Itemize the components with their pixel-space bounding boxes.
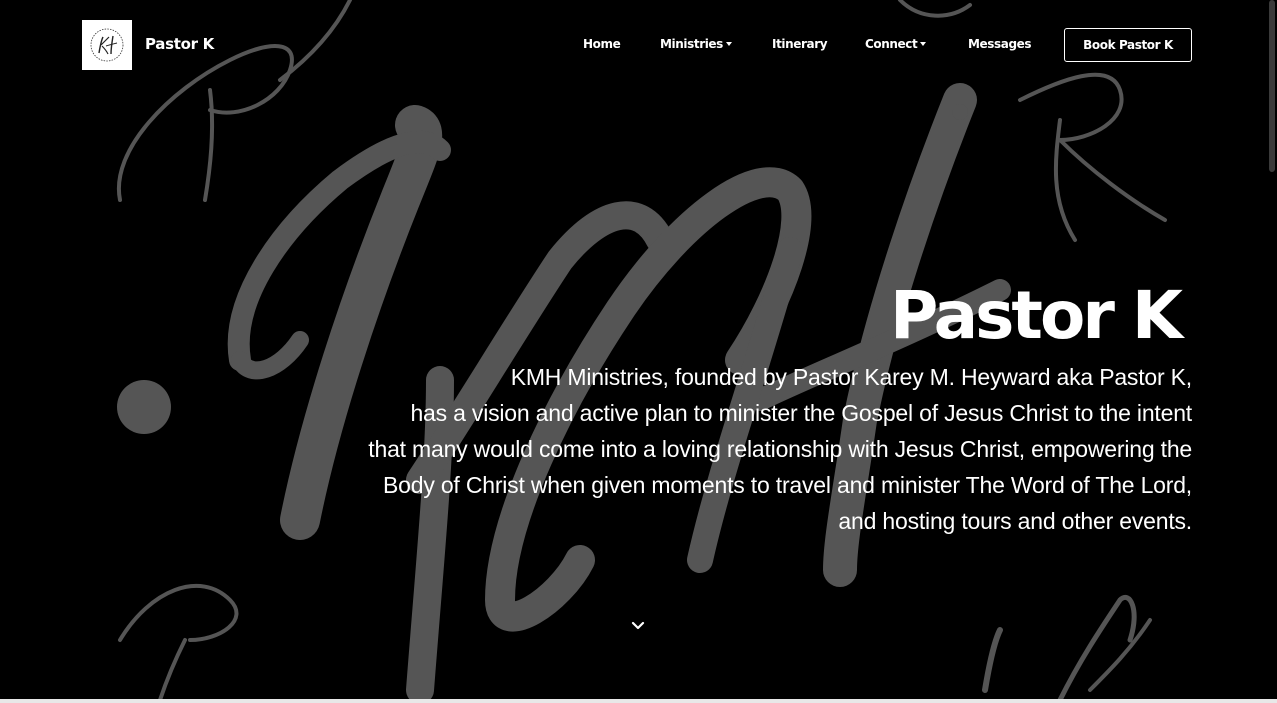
scroll-down-button[interactable] xyxy=(614,605,662,645)
hero-line: and hosting tours and other events. xyxy=(838,508,1192,534)
chevron-down-icon xyxy=(631,621,645,630)
hero-line: has a vision and active plan to minister… xyxy=(410,400,1192,426)
logo-icon xyxy=(90,28,124,62)
page: Pastor K Home Ministries Itinerary Conne… xyxy=(0,0,1277,703)
nav-itinerary[interactable]: Itinerary xyxy=(772,37,828,51)
hero-line: that many would come into a loving relat… xyxy=(368,436,1192,462)
kh-monogram-logo[interactable] xyxy=(82,20,132,70)
brand-name[interactable]: Pastor K xyxy=(145,35,214,53)
book-pastor-button[interactable]: Book Pastor K xyxy=(1064,28,1192,62)
nav-messages-label: Messages xyxy=(968,37,1032,51)
caret-down-icon xyxy=(920,41,927,46)
scrollbar[interactable] xyxy=(1269,0,1275,172)
nav-ministries-label: Ministries xyxy=(660,37,723,51)
nav-connect[interactable]: Connect xyxy=(865,37,927,51)
hero-description: KMH Ministries, founded by Pastor Karey … xyxy=(292,359,1192,539)
section-divider xyxy=(0,699,1277,703)
caret-down-icon xyxy=(725,41,732,46)
nav-itinerary-label: Itinerary xyxy=(772,37,828,51)
hero-line: KMH Ministries, founded by Pastor Karey … xyxy=(510,364,1193,390)
hero-line: Body of Christ when given moments to tra… xyxy=(383,472,1192,498)
nav-ministries[interactable]: Ministries xyxy=(660,37,732,51)
hero-title: Pastor K xyxy=(890,277,1183,354)
nav-messages[interactable]: Messages xyxy=(968,37,1032,51)
navbar: Pastor K Home Ministries Itinerary Conne… xyxy=(0,0,1277,90)
nav-connect-label: Connect xyxy=(865,37,918,51)
nav-home[interactable]: Home xyxy=(583,37,621,51)
nav-home-label: Home xyxy=(583,37,621,51)
